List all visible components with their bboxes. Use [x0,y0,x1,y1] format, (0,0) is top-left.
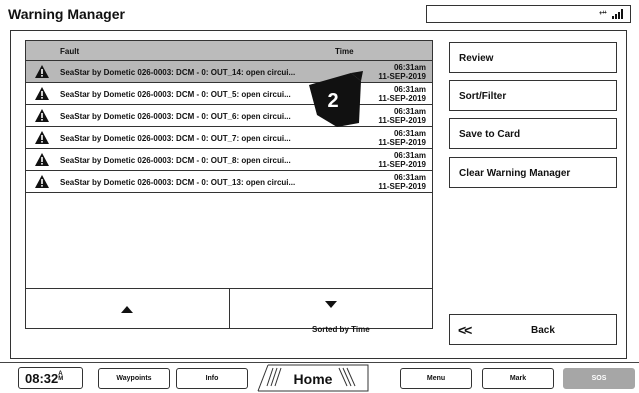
home-button[interactable]: Home [256,364,370,392]
home-label: Home [293,371,333,387]
warning-icon [35,153,49,166]
fault-date: 11-SEP-2019 [378,72,426,81]
table-row[interactable]: SeaStar by Dometic 026-0003: DCM - 0: OU… [26,149,432,171]
fault-date: 11-SEP-2019 [378,160,426,169]
fault-text: SeaStar by Dometic 026-0003: DCM - 0: OU… [60,156,291,165]
fault-date: 11-SEP-2019 [378,116,426,125]
warning-icon [35,131,49,144]
fault-text: SeaStar by Dometic 026-0003: DCM - 0: OU… [60,178,296,187]
clock[interactable]: 08:32A M [18,367,83,389]
fault-time: 06:31am [393,173,426,182]
svg-text:++: ++ [602,10,607,16]
column-header-time: Time [335,47,354,56]
info-button[interactable]: Info [176,368,248,389]
back-button[interactable]: << Back [449,314,617,345]
table-row[interactable]: SeaStar by Dometic 026-0003: DCM - 0: OU… [26,105,432,127]
sort-filter-button[interactable]: Sort/Filter [449,80,617,111]
warning-icon [35,109,49,122]
fault-text: SeaStar by Dometic 026-0003: DCM - 0: OU… [60,90,291,99]
table-rows: SeaStar by Dometic 026-0003: DCM - 0: OU… [26,61,432,193]
status-bar: + ++ [426,5,631,23]
callout-number: 2 [327,90,338,112]
arrow-down-icon [324,301,337,308]
clock-time: 08:32 [25,371,59,386]
fault-time: 06:31am [393,129,426,138]
fault-text: SeaStar by Dometic 026-0003: DCM - 0: OU… [60,112,291,121]
fault-date: 11-SEP-2019 [378,138,426,147]
menu-button[interactable]: Menu [400,368,472,389]
table-row[interactable]: SeaStar by Dometic 026-0003: DCM - 0: OU… [26,171,432,193]
table-row[interactable]: SeaStar by Dometic 026-0003: DCM - 0: OU… [26,61,432,83]
warning-icon [35,87,49,100]
warning-table: Fault Time SeaStar by Dometic 026-0003: … [25,40,433,329]
callout-badge: 2 [309,71,363,127]
fault-time: 06:31am [393,107,426,116]
clear-warning-manager-button[interactable]: Clear Warning Manager [449,157,617,188]
back-label: Back [531,325,555,336]
column-header-fault: Fault [60,47,80,56]
page-title: Warning Manager [8,6,125,22]
arrow-up-icon [121,306,134,313]
divider [0,362,639,363]
save-to-card-button[interactable]: Save to Card [449,118,617,149]
fault-date: 11-SEP-2019 [378,94,426,103]
sort-status: Sorted by Time [312,325,370,334]
fault-text: SeaStar by Dometic 026-0003: DCM - 0: OU… [60,134,291,143]
fault-date: 11-SEP-2019 [378,182,426,191]
warning-icon [35,175,49,188]
warning-icon [35,65,49,78]
gps-signal-icon: + ++ [599,9,625,22]
sos-button[interactable]: SOS [563,368,635,389]
scroll-up-button[interactable] [26,289,229,328]
fault-time: 06:31am [393,63,426,72]
clock-ampm: AM [58,371,64,382]
table-row[interactable]: SeaStar by Dometic 026-0003: DCM - 0: OU… [26,83,432,105]
fault-time: 06:31am [393,151,426,160]
review-button[interactable]: Review [449,42,617,73]
table-header: Fault Time [26,41,432,61]
waypoints-button[interactable]: Waypoints [98,368,170,389]
scroll-down-button[interactable] [228,289,433,328]
fault-time: 06:31am [393,85,426,94]
fault-text: SeaStar by Dometic 026-0003: DCM - 0: OU… [60,68,296,77]
table-row[interactable]: SeaStar by Dometic 026-0003: DCM - 0: OU… [26,127,432,149]
mark-button[interactable]: Mark [482,368,554,389]
back-chevron-icon: << [458,322,472,338]
scroll-controls [26,288,432,328]
